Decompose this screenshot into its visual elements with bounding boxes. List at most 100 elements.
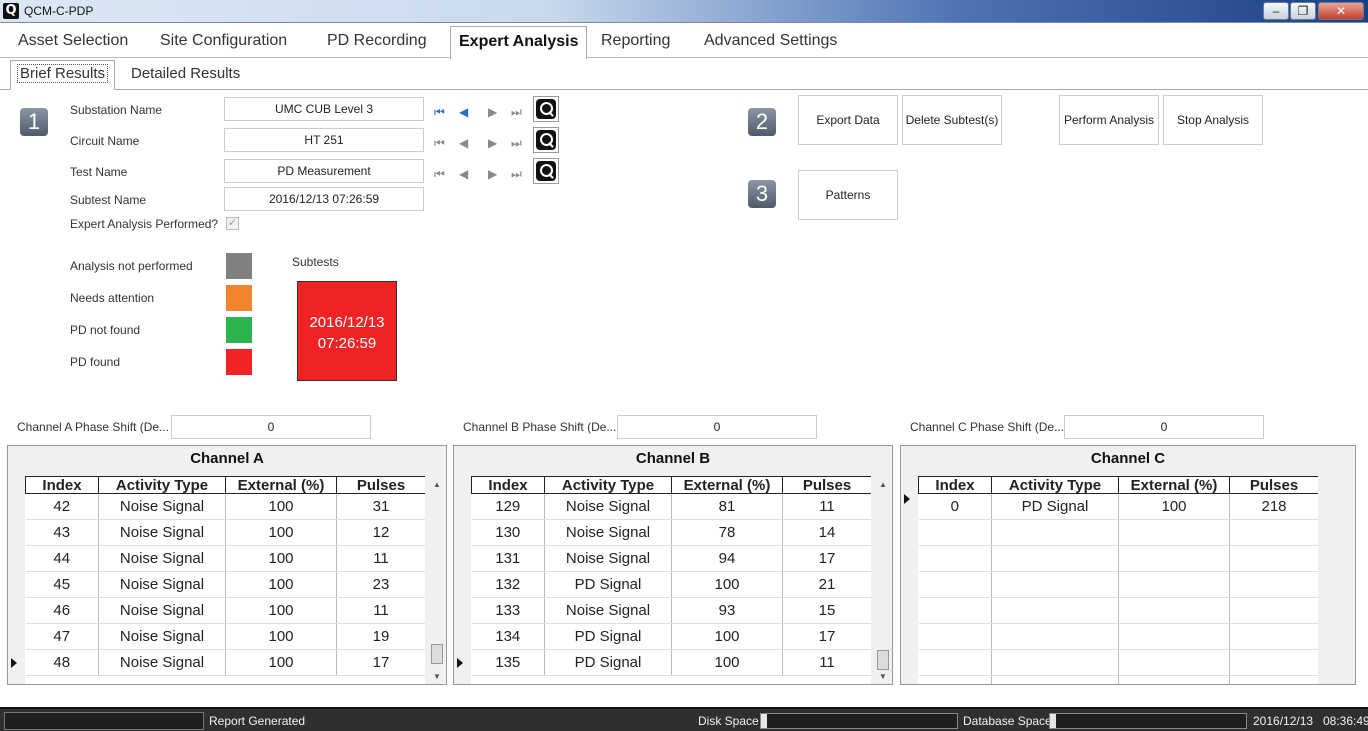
table-row[interactable]: 47 Noise Signal 100 19 xyxy=(25,623,425,650)
expert-analysis-checkbox[interactable]: ✓ xyxy=(226,217,239,230)
current-row-marker-icon xyxy=(457,658,463,668)
channel-c-grid[interactable]: Index Activity Type External (%) Pulses … xyxy=(918,476,1318,684)
next-record-icon[interactable]: ▶ xyxy=(488,167,497,181)
scroll-thumb[interactable] xyxy=(431,644,443,664)
legend-swatch-pd-not-found xyxy=(226,317,252,343)
patterns-button[interactable]: Patterns xyxy=(798,170,898,220)
column-header-pulses[interactable]: Pulses xyxy=(336,476,425,494)
table-row[interactable]: 43 Noise Signal 100 12 xyxy=(25,519,425,546)
channel-a-scrollbar[interactable]: ▲ ▼ xyxy=(429,478,445,684)
cell-external: 100 xyxy=(225,623,337,650)
cell-external: 93 xyxy=(671,597,783,624)
column-header-pulses[interactable]: Pulses xyxy=(782,476,871,494)
cell-external: 100 xyxy=(225,649,337,676)
scroll-up-icon[interactable]: ▲ xyxy=(875,478,891,492)
column-header-index[interactable]: Index xyxy=(25,476,99,494)
channel-b-rows: 129 Noise Signal 81 11 130 Noise Signal 78 14 13… xyxy=(471,493,871,676)
first-record-icon[interactable]: ⏮ xyxy=(434,167,445,181)
table-row[interactable]: 0 PD Signal 100 218 xyxy=(918,493,1318,520)
cell-index: 129 xyxy=(471,493,545,520)
channel-c-phase-shift-field[interactable]: 0 xyxy=(1064,415,1264,439)
column-header-external[interactable]: External (%) xyxy=(1118,476,1230,494)
tab-expert-analysis[interactable]: Expert Analysis xyxy=(450,26,588,59)
subtest-field[interactable]: 2016/12/13 07:26:59 xyxy=(224,187,424,211)
disk-space-label: Disk Space xyxy=(698,714,759,728)
column-header-activity-type[interactable]: Activity Type xyxy=(98,476,226,494)
stop-analysis-button[interactable]: Stop Analysis xyxy=(1163,95,1263,145)
previous-record-icon[interactable]: ◀ xyxy=(459,105,468,119)
column-header-external[interactable]: External (%) xyxy=(671,476,783,494)
previous-record-icon[interactable]: ◀ xyxy=(459,136,468,150)
channel-b-phase-shift-label: Channel B Phase Shift (De... xyxy=(463,420,617,434)
table-row[interactable]: 45 Noise Signal 100 23 xyxy=(25,571,425,598)
table-row[interactable]: 134 PD Signal 100 17 xyxy=(471,623,871,650)
first-record-icon[interactable]: ⏮ xyxy=(434,136,445,150)
table-row[interactable]: 132 PD Signal 100 21 xyxy=(471,571,871,598)
cell-activity-type: Noise Signal xyxy=(98,623,226,650)
scroll-down-icon[interactable]: ▼ xyxy=(429,670,445,684)
table-row[interactable]: 46 Noise Signal 100 11 xyxy=(25,597,425,624)
tab-pd-recording[interactable]: PD Recording xyxy=(327,32,427,50)
last-record-icon[interactable]: ⏭ xyxy=(511,105,522,119)
table-row[interactable]: 135 PD Signal 100 11 xyxy=(471,649,871,676)
database-space-label: Database Space xyxy=(963,714,1052,728)
channel-b-grid[interactable]: Index Activity Type External (%) Pulses … xyxy=(471,476,871,684)
substation-search-button[interactable] xyxy=(533,96,559,122)
close-button[interactable]: ✕ xyxy=(1318,2,1364,20)
table-row[interactable]: 129 Noise Signal 81 11 xyxy=(471,493,871,520)
tab-asset-selection[interactable]: Asset Selection xyxy=(18,32,128,50)
table-row[interactable]: 44 Noise Signal 100 11 xyxy=(25,545,425,572)
channel-a-panel: Channel A Index Activity Type External (… xyxy=(7,445,447,685)
table-row[interactable]: 130 Noise Signal 78 14 xyxy=(471,519,871,546)
first-record-icon[interactable]: ⏮ xyxy=(434,105,445,119)
substation-label: Substation Name xyxy=(70,103,163,117)
channel-a-phase-shift-field[interactable]: 0 xyxy=(171,415,371,439)
subtest-label: Subtest Name xyxy=(70,193,147,207)
scroll-thumb[interactable] xyxy=(877,650,889,670)
maximize-button[interactable]: ❐ xyxy=(1290,2,1316,20)
column-header-activity-type[interactable]: Activity Type xyxy=(544,476,672,494)
cell-index: 132 xyxy=(471,571,545,598)
column-header-external[interactable]: External (%) xyxy=(225,476,337,494)
table-row[interactable]: 48 Noise Signal 100 17 xyxy=(25,649,425,676)
empty-cell xyxy=(1229,571,1318,598)
delete-subtests-button[interactable]: Delete Subtest(s) xyxy=(902,95,1002,145)
tab-brief-results[interactable]: Brief Results xyxy=(10,60,116,90)
circuit-search-button[interactable] xyxy=(533,127,559,153)
table-row[interactable]: 133 Noise Signal 93 15 xyxy=(471,597,871,624)
cell-index: 48 xyxy=(25,649,99,676)
subtest-tile[interactable]: 2016/12/13 07:26:59 xyxy=(297,281,397,381)
table-row[interactable]: 42 Noise Signal 100 31 xyxy=(25,493,425,520)
channel-b-scrollbar[interactable]: ▲ ▼ xyxy=(875,478,891,684)
cell-external: 100 xyxy=(225,571,337,598)
next-record-icon[interactable]: ▶ xyxy=(488,105,497,119)
substation-field[interactable]: UMC CUB Level 3 xyxy=(224,97,424,121)
table-row[interactable]: 131 Noise Signal 94 17 xyxy=(471,545,871,572)
last-record-icon[interactable]: ⏭ xyxy=(511,136,522,150)
tab-advanced-settings[interactable]: Advanced Settings xyxy=(704,32,837,50)
minimize-button[interactable]: ‒ xyxy=(1263,2,1289,20)
column-header-activity-type[interactable]: Activity Type xyxy=(991,476,1119,494)
scroll-down-icon[interactable]: ▼ xyxy=(875,670,891,684)
cell-activity-type: Noise Signal xyxy=(544,545,672,572)
scroll-up-icon[interactable]: ▲ xyxy=(429,478,445,492)
test-search-button[interactable] xyxy=(533,158,559,184)
last-record-icon[interactable]: ⏭ xyxy=(511,167,522,181)
column-header-index[interactable]: Index xyxy=(471,476,545,494)
circuit-field[interactable]: HT 251 xyxy=(224,128,424,152)
cell-index: 131 xyxy=(471,545,545,572)
column-header-pulses[interactable]: Pulses xyxy=(1229,476,1318,494)
test-field[interactable]: PD Measurement xyxy=(224,159,424,183)
export-data-button[interactable]: Export Data xyxy=(798,95,898,145)
column-header-index[interactable]: Index xyxy=(918,476,992,494)
channel-a-grid[interactable]: Index Activity Type External (%) Pulses … xyxy=(25,476,425,684)
channel-b-phase-shift-field[interactable]: 0 xyxy=(617,415,817,439)
next-record-icon[interactable]: ▶ xyxy=(488,136,497,150)
perform-analysis-button[interactable]: Perform Analysis xyxy=(1059,95,1159,145)
tab-reporting[interactable]: Reporting xyxy=(601,32,670,50)
tab-detailed-results[interactable]: Detailed Results xyxy=(131,65,240,82)
previous-record-icon[interactable]: ◀ xyxy=(459,167,468,181)
cell-pulses: 218 xyxy=(1229,493,1318,520)
channel-c-phase-shift-label: Channel C Phase Shift (De... xyxy=(910,420,1065,434)
tab-site-configuration[interactable]: Site Configuration xyxy=(160,32,287,50)
